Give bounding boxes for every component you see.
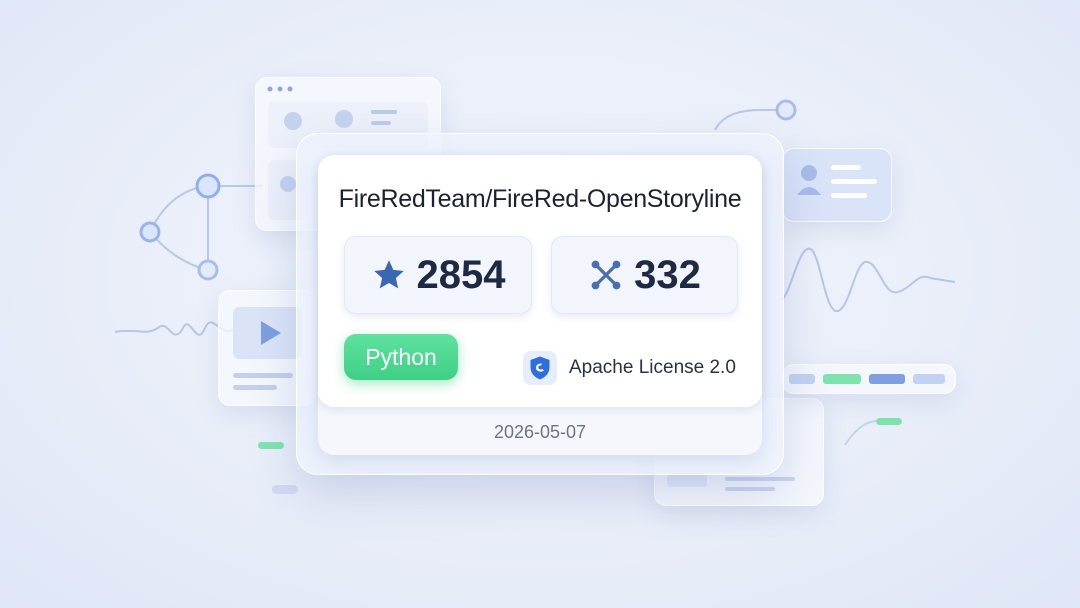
stars-count: 2854 (416, 252, 506, 297)
repo-date: 2026-05-07 (493, 422, 587, 442)
node-graph-decoration (149, 185, 262, 271)
license-info[interactable]: Apache License 2.0 (523, 351, 736, 385)
repo-card-body: FireRedTeam/FireRed-OpenStoryline 2854 3… (318, 155, 762, 407)
ghost-progress-panel (782, 364, 956, 394)
stars-stat[interactable]: 2854 (344, 236, 532, 314)
fork-icon (588, 257, 624, 293)
ghost-contact-panel (782, 148, 892, 222)
repo-name[interactable]: FireRedTeam/FireRed-OpenStoryline (318, 185, 762, 214)
wave-right-decoration (781, 247, 956, 313)
license-name: Apache License 2.0 (569, 357, 736, 378)
language-badge[interactable]: Python (344, 334, 458, 380)
star-icon (371, 257, 407, 293)
shield-icon (523, 351, 557, 385)
repo-card[interactable]: FireRedTeam/FireRed-OpenStoryline 2854 3… (318, 155, 762, 455)
forks-stat[interactable]: 332 (551, 236, 738, 314)
forks-count: 332 (634, 252, 701, 297)
